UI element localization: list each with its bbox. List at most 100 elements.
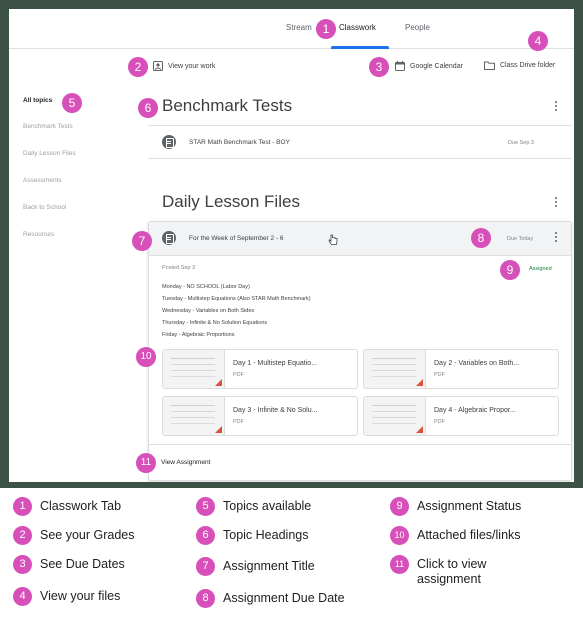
classroom-screenshot: Stream Classwork People View your work G…	[9, 9, 574, 482]
tab-classwork[interactable]: Classwork	[339, 23, 376, 32]
legend-item: 10 Attached files/links	[390, 526, 521, 545]
assignment-due-date: Due Today	[507, 236, 534, 242]
attachment-card[interactable]: Day 3 - Infinite & No Solu... PDF	[162, 396, 358, 436]
hand-pointer-icon	[328, 234, 338, 245]
legend-badge: 2	[13, 526, 32, 545]
folder-icon	[484, 61, 495, 70]
assignment-icon	[162, 135, 176, 149]
sidebar-item-assessments[interactable]: Assessments	[23, 177, 62, 184]
legend-item: 7 Assignment Title	[196, 557, 315, 576]
view-assignment-link[interactable]: View Assignment	[161, 459, 210, 466]
class-drive-folder-label: Class Drive folder	[500, 62, 556, 69]
google-calendar-label: Google Calendar	[410, 62, 463, 70]
legend-item: 3 See Due Dates	[13, 555, 125, 574]
more-vert-icon[interactable]	[554, 197, 558, 209]
attachment-title: Day 1 - Multistep Equatio...	[233, 360, 318, 367]
frame-right-border	[574, 0, 583, 486]
view-your-work-button[interactable]: View your work	[153, 61, 215, 71]
view-your-work-label: View your work	[168, 62, 216, 70]
legend-badge: 9	[390, 497, 409, 516]
legend-label: Click to view assignment	[417, 557, 487, 586]
more-vert-icon[interactable]	[554, 101, 558, 113]
description-line: Monday - NO SCHOOL (Labor Day)	[162, 284, 250, 290]
pdf-thumbnail	[364, 397, 426, 435]
top-navigation: Stream Classwork People	[9, 9, 574, 49]
pdf-thumbnail	[364, 350, 426, 388]
callout-badge: 6	[138, 98, 158, 118]
callout-badge: 3	[369, 57, 389, 77]
legend-badge: 11	[390, 555, 409, 574]
callout-badge: 2	[128, 57, 148, 77]
attachment-title: Day 3 - Infinite & No Solu...	[233, 407, 318, 414]
attachment-title: Day 2 - Variables on Both...	[434, 360, 520, 367]
callout-badge: 10	[136, 347, 156, 367]
callout-badge: 11	[136, 453, 156, 473]
legend-badge: 6	[196, 526, 215, 545]
legend-item: 5 Topics available	[196, 497, 311, 516]
sidebar-item-back-to-school[interactable]: Back to School	[23, 204, 66, 211]
sidebar-item-daily-lesson-files[interactable]: Daily Lesson Files	[23, 150, 76, 157]
tutorial-frame: Stream Classwork People View your work G…	[0, 0, 583, 630]
attachment-title: Day 4 - Algebraic Propor...	[434, 407, 516, 414]
row-divider	[148, 158, 572, 159]
callout-badge: 7	[132, 231, 152, 251]
legend-label: See Due Dates	[40, 557, 125, 571]
description-line: Friday - Algebraic Proportions	[162, 332, 235, 338]
legend-item: 6 Topic Headings	[196, 526, 308, 545]
legend-label: Classwork Tab	[40, 499, 122, 513]
assignment-status: Assigned	[529, 266, 552, 272]
callout-badge: 9	[500, 260, 520, 280]
legend-badge: 4	[13, 587, 32, 606]
assignment-due-date: Due Sep 3	[508, 140, 534, 146]
sidebar-item-benchmark-tests[interactable]: Benchmark Tests	[23, 123, 73, 130]
active-tab-indicator	[331, 46, 389, 49]
google-calendar-button[interactable]: Google Calendar	[395, 61, 463, 71]
legend-label: Topics available	[223, 499, 312, 513]
assignment-icon	[162, 231, 176, 245]
callout-badge: 4	[528, 31, 548, 51]
pdf-thumbnail	[163, 397, 225, 435]
legend-label: Assignment Title	[223, 559, 315, 573]
sidebar-item-all-topics[interactable]: All topics	[23, 97, 52, 104]
topic-divider	[148, 125, 572, 126]
sidebar-item-resources[interactable]: Resources	[23, 231, 54, 238]
attachment-type: PDF	[233, 419, 244, 425]
legend-item: 9 Assignment Status	[390, 497, 521, 516]
legend-label: View your files	[40, 589, 121, 603]
legend-badge: 1	[13, 497, 32, 516]
attachment-card[interactable]: Day 4 - Algebraic Propor... PDF	[363, 396, 559, 436]
attachment-card[interactable]: Day 2 - Variables on Both... PDF	[363, 349, 559, 389]
legend-item: 11 Click to view assignment	[390, 555, 570, 587]
description-line: Tuesday - Multistep Equations (Also STAR…	[162, 296, 311, 302]
assignment-title[interactable]: For the Week of September 2 - 6	[189, 235, 284, 242]
legend-badge: 7	[196, 557, 215, 576]
legend-label: Assignment Status	[417, 499, 522, 513]
topic-heading-daily-lesson-files: Daily Lesson Files	[162, 192, 300, 211]
topic-heading-benchmark-tests: Benchmark Tests	[162, 96, 293, 115]
callout-badge: 1	[316, 19, 336, 39]
attachment-card[interactable]: Day 1 - Multistep Equatio... PDF	[162, 349, 358, 389]
assignment-title[interactable]: STAR Math Benchmark Test - BOY	[189, 139, 290, 146]
legend-badge: 3	[13, 555, 32, 574]
posted-date: Posted Sep 3	[162, 265, 196, 271]
frame-top-border	[0, 0, 583, 9]
account-box-icon	[153, 61, 163, 71]
pdf-thumbnail	[163, 350, 225, 388]
legend-badge: 8	[196, 589, 215, 608]
class-drive-folder-button[interactable]: Class Drive folder	[484, 61, 555, 70]
legend-item: 4 View your files	[13, 587, 120, 606]
tab-people[interactable]: People	[405, 23, 430, 32]
card-footer-divider	[148, 444, 572, 445]
callout-badge: 5	[62, 93, 82, 113]
more-vert-icon[interactable]	[554, 232, 558, 244]
legend-badge: 10	[390, 526, 409, 545]
callout-badge: 8	[471, 228, 491, 248]
legend: 1 Classwork Tab 2 See your Grades 3 See …	[0, 488, 583, 630]
legend-item: 8 Assignment Due Date	[196, 589, 345, 608]
legend-item: 1 Classwork Tab	[13, 497, 121, 516]
attachment-type: PDF	[434, 419, 445, 425]
legend-label: Topic Headings	[223, 528, 309, 542]
tab-stream[interactable]: Stream	[286, 23, 312, 32]
attachment-type: PDF	[233, 372, 244, 378]
attachment-type: PDF	[434, 372, 445, 378]
